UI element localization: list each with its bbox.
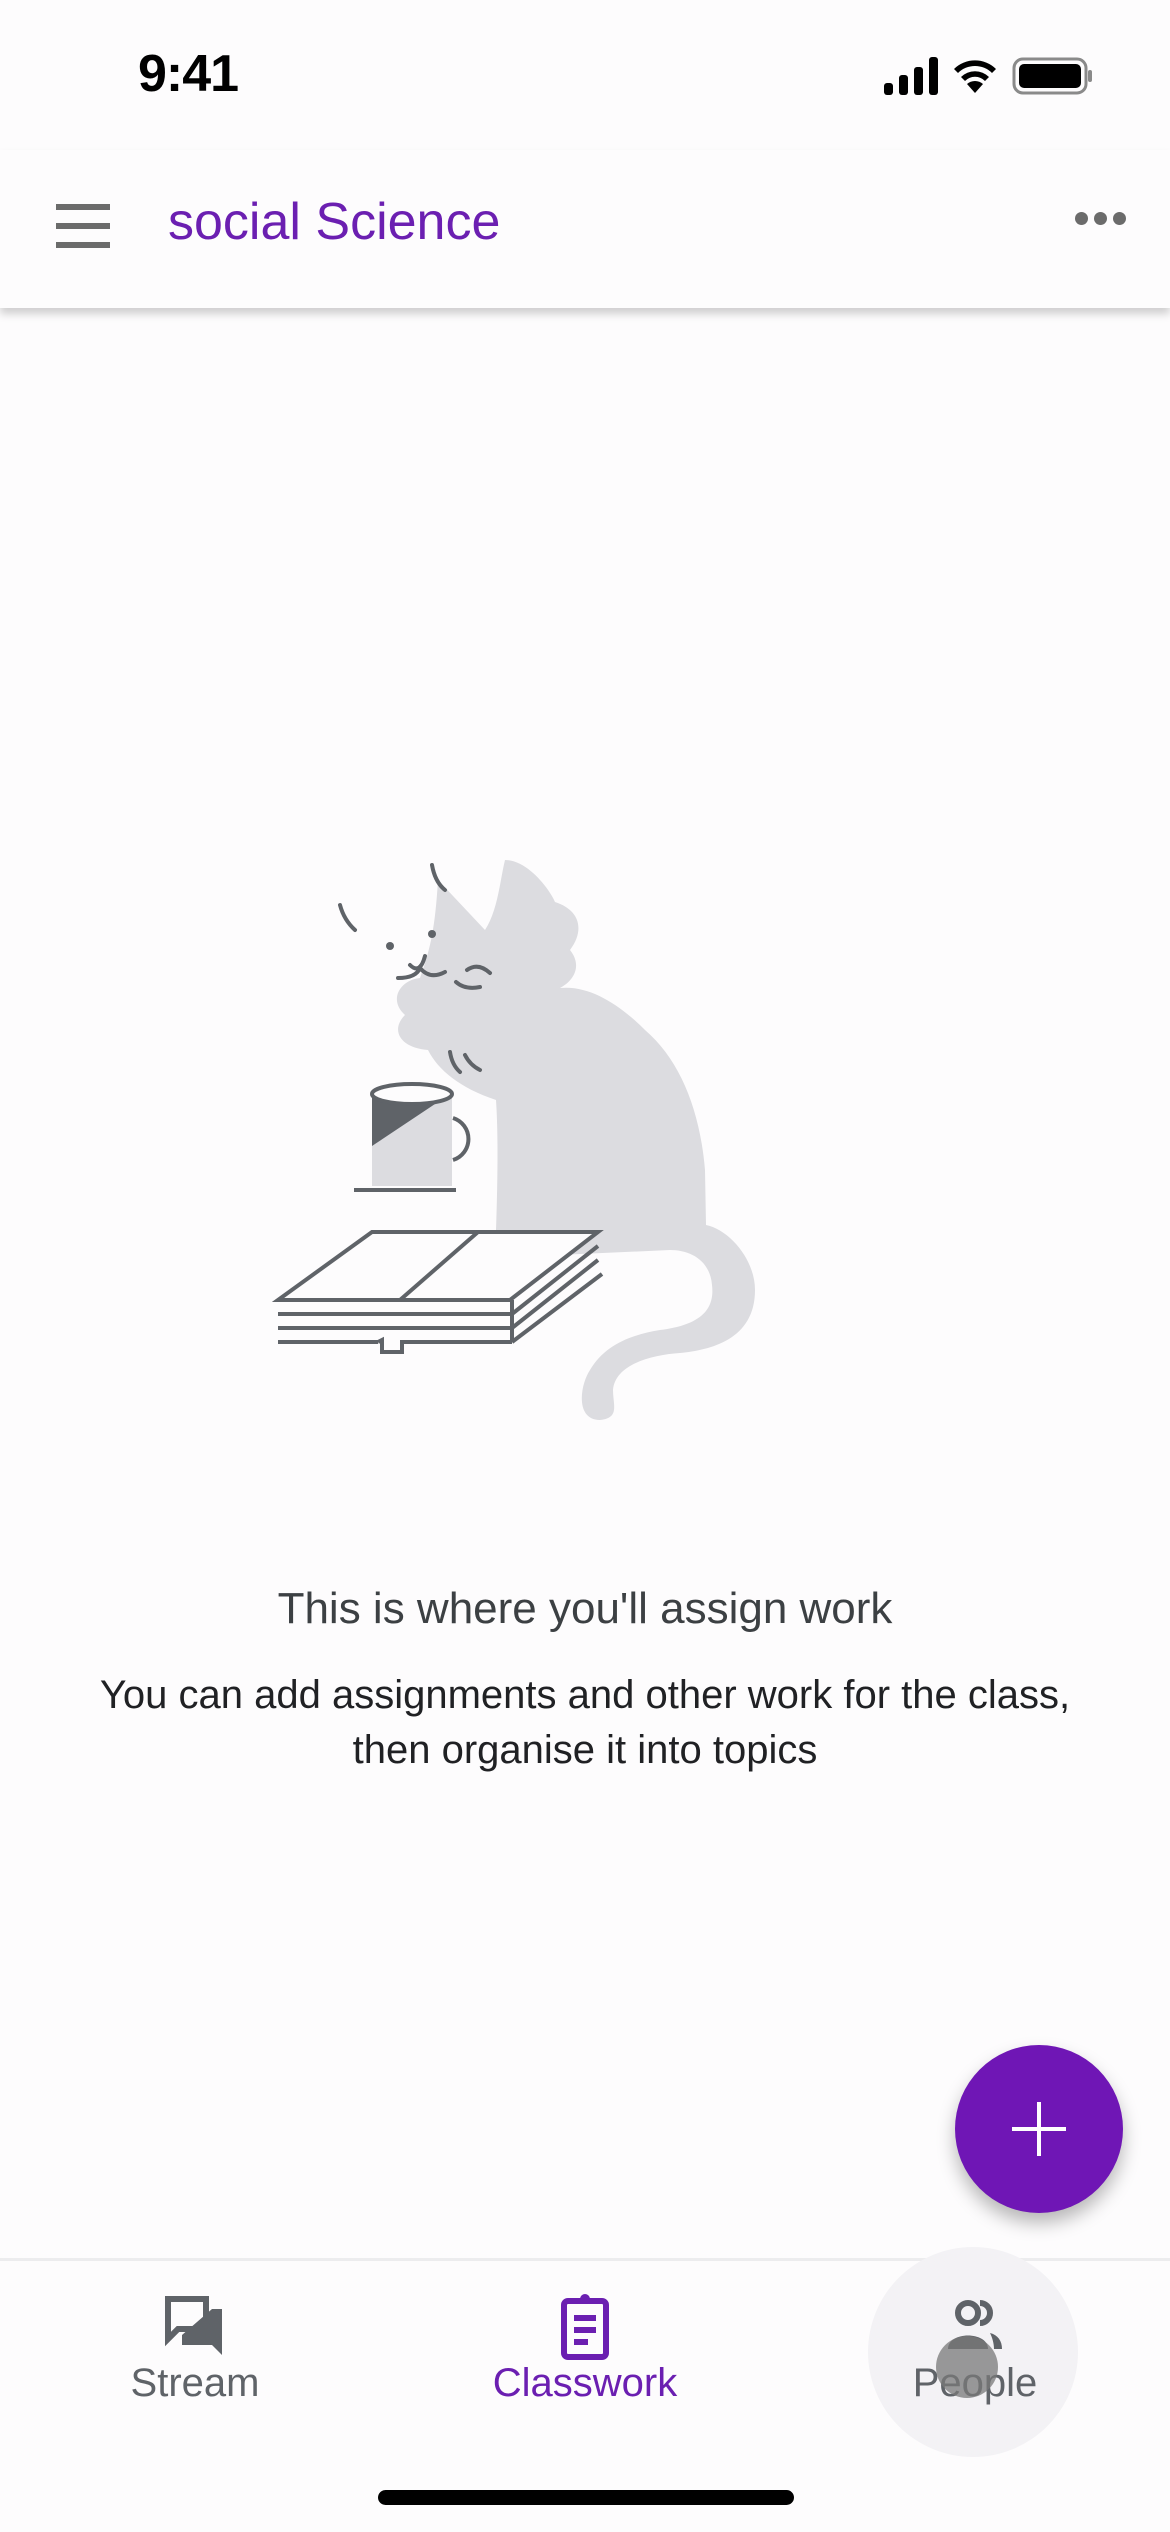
wifi-icon	[954, 60, 996, 93]
hamburger-menu-icon[interactable]	[54, 204, 112, 248]
tab-classwork-label: Classwork	[492, 2361, 678, 2405]
home-indicator[interactable]	[378, 2490, 794, 2505]
status-bar: 9:41	[0, 0, 1170, 150]
touch-indicator	[936, 2336, 998, 2398]
empty-state-subtitle: You can add assignments and other work f…	[99, 1673, 1071, 1772]
class-title: social Science	[168, 193, 501, 251]
classwork-clipboard-icon	[561, 2294, 609, 2360]
status-icons	[884, 56, 1094, 96]
mug-icon	[354, 1082, 471, 1192]
app-bar: social Science	[0, 150, 1170, 308]
cellular-signal-icon	[884, 57, 938, 95]
tab-classwork[interactable]: Classwork	[390, 2261, 780, 2441]
empty-state-illustration	[271, 860, 755, 1420]
add-classwork-button[interactable]	[955, 2045, 1123, 2213]
status-time: 9:41	[138, 45, 239, 103]
more-horizontal-icon[interactable]	[1075, 212, 1126, 225]
stream-chat-icon	[165, 2296, 222, 2355]
tab-stream-label: Stream	[130, 2361, 260, 2405]
empty-state-title: This is where you'll assign work	[277, 1584, 893, 1633]
tab-stream[interactable]: Stream	[0, 2261, 390, 2441]
battery-icon	[1012, 57, 1092, 95]
book-icon	[271, 1230, 604, 1354]
